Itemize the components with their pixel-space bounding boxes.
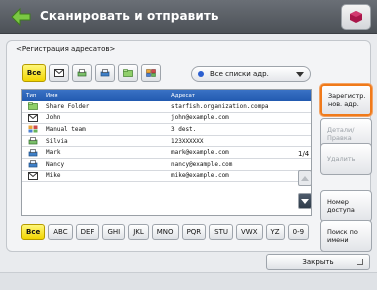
address-table: Тип Имя Адресат Share Folder starfish.org… xyxy=(21,89,312,216)
table-row[interactable]: Mike mike@example.com xyxy=(22,171,311,183)
filter-ifax-button[interactable] xyxy=(95,64,115,82)
fax-icon xyxy=(77,69,87,77)
row-name: Manual team xyxy=(46,125,86,133)
filter-fax-button[interactable] xyxy=(72,64,92,82)
alpha-index-button[interactable]: VWX xyxy=(236,224,263,240)
arrow-up-icon xyxy=(301,175,309,181)
group-icon xyxy=(22,125,44,133)
page-subtitle: <Регистрация адресатов> xyxy=(16,45,116,53)
ifax-icon xyxy=(22,148,44,157)
group-icon xyxy=(146,69,156,77)
alpha-index-bar: Все ABC DEF GHI JKL MNO PQR STU VWX YZ 0-9 xyxy=(21,224,310,240)
fax-icon xyxy=(22,137,44,145)
scan-send-icon xyxy=(11,7,31,27)
row-address: 123XXXXXX xyxy=(171,137,204,145)
table-row[interactable]: Mark mark@example.com xyxy=(22,147,311,159)
table-row[interactable]: Nancy nancy@example.com xyxy=(22,159,311,171)
col-type-header: Тип xyxy=(26,92,37,99)
shared-folder-icon xyxy=(123,69,133,77)
title-bar: Сканировать и отправить xyxy=(0,0,377,34)
scroll-up-button[interactable] xyxy=(298,170,312,186)
table-row[interactable]: Silvia 123XXXXXX xyxy=(22,136,311,148)
row-address: 3 dest. xyxy=(171,125,197,133)
row-name: Mark xyxy=(46,149,61,157)
email-icon xyxy=(22,113,44,122)
scroll-down-button[interactable] xyxy=(298,193,312,209)
app-title: Сканировать и отправить xyxy=(40,9,219,23)
alpha-index-button[interactable]: 0-9 xyxy=(287,224,310,240)
cube-icon xyxy=(350,11,362,23)
close-label: Закрыть xyxy=(302,258,334,266)
alpha-index-button[interactable]: MNO xyxy=(151,224,179,240)
row-name: Share Folder xyxy=(46,102,90,110)
email-icon xyxy=(22,171,44,180)
row-name: Silvia xyxy=(46,137,68,145)
table-row[interactable]: Manual team 3 dest. xyxy=(22,124,311,136)
table-row[interactable]: Share Folder starfish.organization.compa xyxy=(22,101,311,113)
register-new-address-button[interactable]: Зарегистр. нов. адр. xyxy=(320,84,372,116)
row-address: mike@example.com xyxy=(171,172,229,180)
row-address: mark@example.com xyxy=(171,149,229,157)
alpha-index-button[interactable]: Все xyxy=(21,224,46,240)
col-address-header: Адресат xyxy=(171,92,196,99)
table-row[interactable]: John john@example.com xyxy=(22,113,311,125)
access-number-button[interactable]: Номер доступа xyxy=(320,190,372,222)
arrow-down-icon xyxy=(301,198,309,204)
chevron-down-icon xyxy=(296,71,304,77)
resize-corner-icon xyxy=(357,259,363,265)
alpha-index-button[interactable]: STU xyxy=(209,224,234,240)
table-header: Тип Имя Адресат xyxy=(22,90,311,101)
type-filter-bar: Все xyxy=(22,64,161,84)
footer-bar xyxy=(0,272,377,290)
filter-folder-button[interactable] xyxy=(118,64,138,82)
search-by-name-button[interactable]: Поиск по имени xyxy=(320,220,372,252)
filter-email-button[interactable] xyxy=(49,64,69,82)
ifax-icon xyxy=(22,160,44,168)
address-list-value: Все списки адр. xyxy=(210,70,269,78)
cube-menu-button[interactable] xyxy=(341,4,371,30)
row-name: John xyxy=(46,114,61,122)
ifax-icon xyxy=(100,69,110,77)
alpha-index-button[interactable]: DEF xyxy=(75,224,100,240)
row-address: starfish.organization.compa xyxy=(171,102,269,110)
filter-all-button[interactable]: Все xyxy=(22,64,46,82)
list-dot-icon xyxy=(198,71,204,77)
alpha-index-button[interactable]: JKL xyxy=(128,224,149,240)
close-button[interactable]: Закрыть xyxy=(266,254,370,270)
row-address: nancy@example.com xyxy=(171,160,233,168)
alpha-index-button[interactable]: YZ xyxy=(265,224,285,240)
row-name: Mike xyxy=(46,172,61,180)
alpha-index-button[interactable]: ABC xyxy=(48,224,73,240)
page-indicator: 1/4 xyxy=(298,150,310,158)
filter-group-button[interactable] xyxy=(141,64,161,82)
delete-button[interactable]: Удалить xyxy=(320,143,372,175)
address-list-select[interactable]: Все списки адр. xyxy=(191,66,311,82)
row-name: Nancy xyxy=(46,160,65,168)
col-name-header: Имя xyxy=(46,92,58,99)
alpha-index-button[interactable]: GHI xyxy=(102,224,126,240)
row-address: john@example.com xyxy=(171,114,229,122)
email-icon xyxy=(54,69,64,77)
shared-folder-icon xyxy=(22,102,44,111)
alpha-index-button[interactable]: PQR xyxy=(181,224,207,240)
